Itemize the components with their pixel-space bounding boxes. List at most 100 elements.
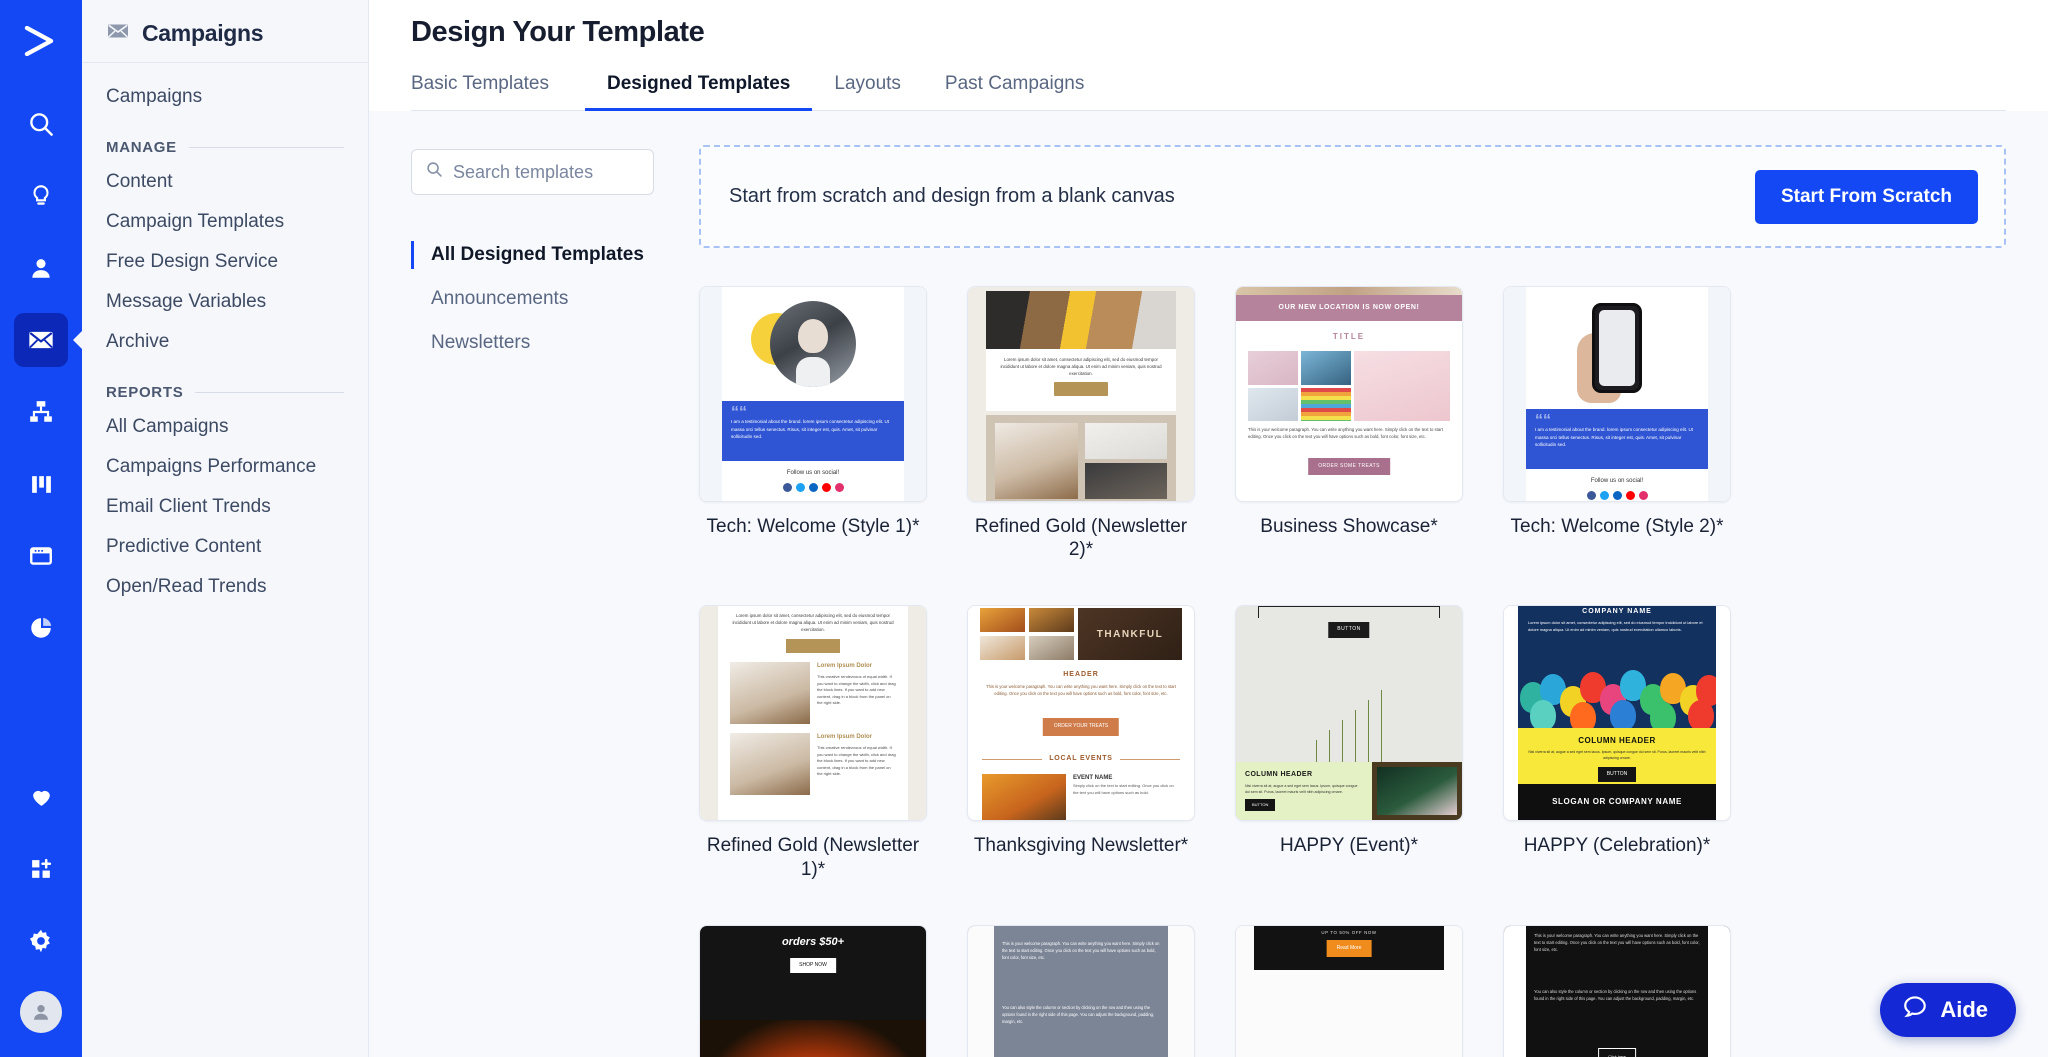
template-card[interactable]: This is your welcome paragraph. You can … — [967, 924, 1195, 1057]
template-thumbnail[interactable]: ““ I am a testimonial about the brand. l… — [1503, 286, 1731, 502]
apps-plus-icon[interactable] — [14, 842, 68, 896]
template-thumbnail[interactable]: UP TO 50% OFF NOW Read More — [1235, 924, 1463, 1057]
template-card[interactable]: BUTTON COLUMN HEADER Nisl viverra sit at… — [1235, 605, 1463, 880]
template-thumbnail[interactable]: Lorem ipsum dolor sit amet, consectetur … — [967, 286, 1195, 502]
preview-banner: OUR NEW LOCATION IS NOW OPEN! — [1236, 295, 1462, 321]
preview-column-green: COLUMN HEADER Nisl viverra sit at, augue… — [1236, 762, 1372, 821]
template-thumbnail[interactable]: This is your welcome paragraph. You can … — [1503, 924, 1731, 1057]
preview-intro-text: Lorem ipsum dolor sit amet, consectetur … — [1528, 620, 1703, 632]
sidebar-item-campaigns[interactable]: Campaigns — [82, 77, 368, 117]
gear-icon[interactable] — [14, 914, 68, 968]
facebook-icon — [1586, 491, 1596, 500]
template-preview: ““ I am a testimonial about the brand. l… — [1504, 287, 1730, 501]
sidebar-item-content[interactable]: Content — [82, 162, 368, 202]
template-card[interactable]: Lorem ipsum dolor sit amet, consectetur … — [967, 286, 1195, 561]
template-preview: Lorem ipsum dolor sit amet, consectetur … — [968, 287, 1194, 501]
category-announcements[interactable]: Announcements — [411, 277, 679, 321]
template-thumbnail[interactable]: Lorem ipsum dolor sit amet, consectetur … — [699, 605, 927, 822]
template-card[interactable]: This is your welcome paragraph. You can … — [1503, 924, 1731, 1057]
template-thumbnail[interactable]: ““ I am a testimonial about the brand. l… — [699, 286, 927, 502]
template-card[interactable]: ““ I am a testimonial about the brand. l… — [699, 286, 927, 561]
person-icon[interactable] — [14, 241, 68, 295]
browser-window-icon[interactable] — [14, 529, 68, 583]
tab-basic-templates[interactable]: Basic Templates — [411, 73, 571, 110]
envelope-icon[interactable] — [14, 313, 68, 367]
category-all-designed-templates[interactable]: All Designed Templates — [411, 233, 679, 277]
preview-event-title: EVENT NAME — [1073, 775, 1113, 782]
preview-social: Follow us on social! — [1504, 477, 1730, 501]
category-newsletters[interactable]: Newsletters — [411, 321, 679, 365]
start-from-scratch-banner: Start from scratch and design from a bla… — [699, 145, 2006, 248]
lightbulb-icon[interactable] — [14, 169, 68, 223]
user-avatar-icon[interactable] — [20, 991, 62, 1033]
template-card[interactable]: ““ I am a testimonial about the brand. l… — [1503, 286, 1731, 561]
template-thumbnail[interactable]: THANKFUL HEADER This is your welcome par… — [967, 605, 1195, 822]
balloon-shape — [1570, 702, 1596, 729]
page-heading: Design Your Template — [411, 16, 705, 48]
sidebar-item-open-read-trends[interactable]: Open/Read Trends — [82, 567, 368, 607]
template-card[interactable]: THANKFUL HEADER This is your welcome par… — [967, 605, 1195, 880]
preview-gutter — [1504, 925, 1526, 1057]
sidebar-item-archive[interactable]: Archive — [82, 322, 368, 362]
divider — [982, 759, 1043, 761]
search-icon[interactable] — [14, 97, 68, 151]
sidebar-item-campaign-templates[interactable]: Campaign Templates — [82, 202, 368, 242]
stem-shape — [1367, 700, 1370, 763]
sidebar-item-all-campaigns[interactable]: All Campaigns — [82, 407, 368, 447]
preview-item-title: Lorem Ipsum Dolor — [817, 734, 873, 741]
sitemap-icon[interactable] — [14, 385, 68, 439]
sidebar-item-campaigns-performance[interactable]: Campaigns Performance — [82, 447, 368, 487]
tab-past-campaigns[interactable]: Past Campaigns — [923, 73, 1106, 110]
template-thumbnail[interactable]: COMPANY NAME Lorem ipsum dolor sit amet,… — [1503, 605, 1731, 822]
preview-image — [1301, 351, 1351, 385]
search-templates-box[interactable] — [411, 149, 654, 195]
sidebar-item-email-client-trends[interactable]: Email Client Trends — [82, 487, 368, 527]
columns-icon[interactable] — [14, 457, 68, 511]
photo-shape — [796, 357, 830, 387]
template-card[interactable]: orders $50+ SHOP NOW — [699, 924, 927, 1057]
heart-icon[interactable] — [14, 770, 68, 824]
flower-icon — [1314, 740, 1319, 763]
template-card[interactable]: Lorem ipsum dolor sit amet, consectetur … — [699, 605, 927, 880]
phone-screen — [1599, 310, 1635, 386]
search-input[interactable] — [453, 161, 639, 183]
template-preview: ““ I am a testimonial about the brand. l… — [700, 287, 926, 501]
activecampaign-logo-icon[interactable] — [14, 14, 68, 68]
pie-chart-icon[interactable] — [14, 601, 68, 655]
youtube-icon — [1625, 491, 1635, 500]
preview-column — [1301, 351, 1351, 421]
flower-icon — [1353, 710, 1358, 763]
template-thumbnail[interactable]: orders $50+ SHOP NOW — [699, 924, 927, 1057]
preview-gutter — [1708, 287, 1730, 501]
sidebar-item-message-variables[interactable]: Message Variables — [82, 282, 368, 322]
preview-image — [1248, 387, 1298, 421]
template-card[interactable]: OUR NEW LOCATION IS NOW OPEN! TITLE This… — [1235, 286, 1463, 561]
sidebar-section-manage: MANAGE — [82, 117, 368, 162]
twitter-icon — [795, 483, 805, 492]
preview-yellow-block: COLUMN HEADER Nisl viverra sit at, augue… — [1518, 728, 1716, 785]
aide-help-button[interactable]: Aide — [1880, 983, 2016, 1037]
template-preview: This is your welcome paragraph. You can … — [1504, 925, 1730, 1057]
stem-shape — [1328, 730, 1331, 763]
preview-body-text: This is your welcome paragraph. You can … — [1534, 932, 1700, 953]
preview-nav: UP TO 50% OFF NOW — [1321, 929, 1377, 935]
template-card[interactable]: UP TO 50% OFF NOW Read More — [1235, 924, 1463, 1057]
preview-gutter — [968, 925, 994, 1057]
template-thumbnail[interactable]: OUR NEW LOCATION IS NOW OPEN! TITLE This… — [1235, 286, 1463, 502]
balloon-shape — [1688, 700, 1714, 729]
preview-flowers — [1250, 670, 1448, 763]
sidebar-item-free-design-service[interactable]: Free Design Service — [82, 242, 368, 282]
template-thumbnail[interactable]: BUTTON COLUMN HEADER Nisl viverra sit at… — [1235, 605, 1463, 822]
tab-designed-templates[interactable]: Designed Templates — [585, 73, 813, 111]
quote-text: I am a testimonial about the brand. lore… — [731, 419, 890, 440]
template-card[interactable]: COMPANY NAME Lorem ipsum dolor sit amet,… — [1503, 605, 1731, 880]
preview-button: ORDER SOME TREATS — [1308, 457, 1390, 475]
tab-layouts[interactable]: Layouts — [812, 73, 923, 110]
template-thumbnail[interactable]: This is your welcome paragraph. You can … — [967, 924, 1195, 1057]
preview-footer: SLOGAN OR COMPANY NAME — [1518, 784, 1716, 821]
sidebar-item-predictive-content[interactable]: Predictive Content — [82, 527, 368, 567]
phone-shape — [1592, 303, 1642, 393]
preview-item-title: Lorem Ipsum Dolor — [817, 663, 873, 670]
template-preview: Lorem ipsum dolor sit amet, consectetur … — [700, 606, 926, 821]
start-from-scratch-button[interactable]: Start From Scratch — [1754, 169, 1978, 224]
